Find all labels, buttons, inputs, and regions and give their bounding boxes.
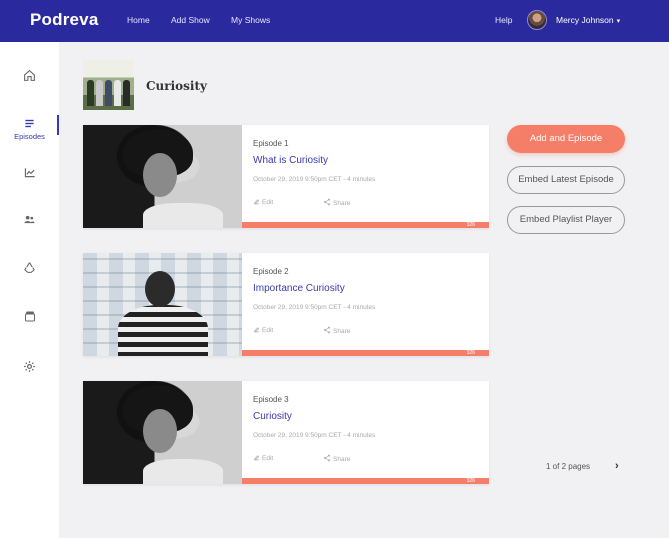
episode-title-link[interactable]: Curiosity: [253, 411, 292, 422]
episodes-icon: [25, 119, 34, 128]
active-indicator: [57, 115, 59, 135]
edit-label: Edit: [262, 199, 274, 206]
home-icon: [24, 69, 35, 81]
recycle-icon: [24, 262, 35, 273]
sidebar-item-recycle[interactable]: [0, 261, 59, 274]
archive-icon: [24, 311, 35, 322]
show-title: Curiosity: [146, 79, 207, 93]
top-navigation-bar: Podreva Home Add Show My Shows Help Merc…: [0, 0, 669, 42]
sidebar-item-users[interactable]: [0, 214, 59, 225]
edit-icon: [254, 327, 260, 333]
settings-icon: [24, 361, 35, 372]
embed-playlist-player-button[interactable]: Embed Playlist Player: [507, 206, 625, 234]
nav-my-shows-link[interactable]: My Shows: [231, 15, 270, 25]
edit-button[interactable]: Edit: [253, 454, 273, 462]
share-icon: [324, 198, 330, 206]
episode-meta: October 29, 2019 9:50pm CET - 4 minutes: [253, 304, 376, 311]
sidebar-item-label: Episodes: [14, 132, 45, 141]
user-avatar[interactable]: [527, 10, 547, 30]
add-episode-button[interactable]: Add and Episode: [507, 125, 625, 153]
share-button[interactable]: Share: [323, 326, 350, 335]
episode-card: Episode 3 Curiosity October 29, 2019 9:5…: [83, 381, 489, 484]
episode-number: Episode 2: [253, 267, 289, 276]
show-cover-image: [83, 60, 134, 110]
share-label: Share: [333, 200, 351, 207]
edit-button[interactable]: Edit: [253, 326, 273, 334]
sidebar: Episodes: [0, 42, 59, 538]
episode-number: Episode 3: [253, 395, 289, 404]
share-icon: [324, 454, 330, 462]
pagination-text: 1 of 2 pages: [546, 462, 591, 471]
episode-count: 326: [466, 478, 475, 484]
user-menu[interactable]: Mercy Johnson ▾: [556, 15, 620, 25]
edit-label: Edit: [262, 327, 274, 334]
share-icon: [324, 326, 330, 334]
edit-button[interactable]: Edit: [253, 198, 273, 206]
help-link[interactable]: Help: [495, 15, 512, 25]
episode-cover-image: [83, 125, 242, 228]
users-icon: [24, 215, 35, 224]
edit-icon: [254, 199, 260, 205]
sidebar-item-home[interactable]: [0, 69, 59, 82]
edit-label: Edit: [262, 455, 274, 462]
sidebar-item-analytics[interactable]: [0, 167, 59, 178]
nav-add-show-link[interactable]: Add Show: [171, 15, 210, 25]
embed-latest-episode-button[interactable]: Embed Latest Episode: [507, 166, 625, 194]
episode-number: Episode 1: [253, 139, 289, 148]
episode-count: 326: [466, 222, 475, 228]
episode-meta: October 29, 2019 9:50pm CET - 4 minutes: [253, 432, 376, 439]
episode-progress-bar: 326: [242, 350, 489, 356]
user-name: Mercy Johnson: [556, 15, 614, 25]
nav-home-link[interactable]: Home: [127, 15, 150, 25]
episode-title-link[interactable]: Importance Curiosity: [253, 283, 345, 294]
episode-progress-bar: 326: [242, 222, 489, 228]
share-button[interactable]: Share: [323, 454, 350, 463]
episode-card: Episode 1 What is Curiosity October 29, …: [83, 125, 489, 228]
share-label: Share: [333, 328, 351, 335]
sidebar-item-archive[interactable]: [0, 310, 59, 323]
next-page-button[interactable]: ›: [615, 460, 619, 472]
episode-cover-image: [83, 381, 242, 484]
analytics-icon: [24, 168, 35, 178]
sidebar-item-episodes[interactable]: Episodes: [0, 118, 59, 141]
episode-progress-bar: 326: [242, 478, 489, 484]
app-logo[interactable]: Podreva: [30, 10, 99, 30]
episode-cover-image: [83, 253, 242, 356]
chevron-down-icon: ▾: [616, 18, 621, 25]
episode-card: Episode 2 Importance Curiosity October 2…: [83, 253, 489, 356]
edit-icon: [254, 455, 260, 461]
episode-count: 326: [466, 350, 475, 356]
share-label: Share: [333, 456, 351, 463]
episode-title-link[interactable]: What is Curiosity: [253, 155, 328, 166]
share-button[interactable]: Share: [323, 198, 350, 207]
episode-meta: October 29, 2019 9:50pm CET - 4 minutes: [253, 176, 376, 183]
sidebar-item-settings[interactable]: [0, 360, 59, 373]
